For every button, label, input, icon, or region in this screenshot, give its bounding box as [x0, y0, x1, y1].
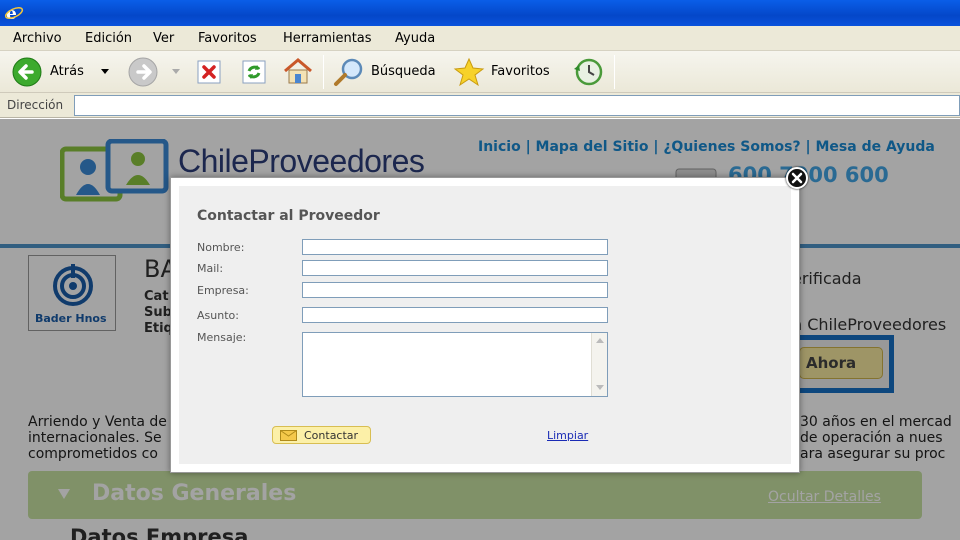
- empresa-label: Empresa:: [197, 284, 249, 297]
- window-title-bar: e: [0, 0, 960, 26]
- modal-title: Contactar al Proveedor: [197, 208, 380, 224]
- contactar-button[interactable]: Contactar: [272, 426, 371, 444]
- limpiar-link[interactable]: Limpiar: [547, 429, 588, 442]
- contact-modal: Contactar al Proveedor Nombre: Mail: Emp…: [170, 177, 800, 473]
- contactar-label: Contactar: [304, 429, 359, 442]
- address-bar: Dirección: [0, 93, 960, 118]
- search-label[interactable]: Búsqueda: [371, 64, 436, 79]
- menu-archivo[interactable]: Archivo: [13, 31, 62, 46]
- back-dropdown-icon[interactable]: [101, 69, 109, 74]
- modal-close-button[interactable]: [786, 167, 808, 189]
- asunto-input[interactable]: [302, 307, 608, 323]
- textarea-scrollbar[interactable]: [591, 333, 607, 396]
- toolbar-separator: [614, 55, 615, 89]
- empresa-input[interactable]: [302, 282, 608, 298]
- menu-bar: Archivo Edición Ver Favoritos Herramient…: [0, 26, 960, 51]
- envelope-icon: [280, 430, 297, 441]
- mail-label: Mail:: [197, 262, 224, 275]
- toolbar-separator: [323, 55, 324, 89]
- stop-icon[interactable]: [196, 59, 222, 85]
- scroll-down-icon[interactable]: [593, 381, 607, 395]
- back-icon[interactable]: [11, 57, 43, 87]
- home-icon[interactable]: [282, 57, 314, 85]
- menu-ayuda[interactable]: Ayuda: [395, 31, 435, 46]
- menu-edicion[interactable]: Edición: [85, 31, 132, 46]
- history-icon[interactable]: [571, 57, 607, 87]
- mensaje-label: Mensaje:: [197, 331, 247, 344]
- address-label: Dirección: [7, 98, 64, 112]
- mail-input[interactable]: [302, 260, 608, 276]
- close-icon[interactable]: [791, 172, 803, 184]
- menu-favoritos[interactable]: Favoritos: [198, 31, 257, 46]
- menu-ver[interactable]: Ver: [153, 31, 174, 46]
- scroll-up-icon[interactable]: [593, 334, 607, 348]
- mensaje-textarea-scroll-wrapper: [302, 332, 608, 397]
- nombre-input[interactable]: [302, 239, 608, 255]
- contact-form: Contactar al Proveedor Nombre: Mail: Emp…: [179, 186, 791, 464]
- back-label[interactable]: Atrás: [50, 64, 84, 79]
- nombre-label: Nombre:: [197, 241, 245, 254]
- search-icon[interactable]: [332, 57, 368, 87]
- refresh-icon[interactable]: [241, 59, 267, 85]
- asunto-label: Asunto:: [197, 309, 239, 322]
- address-input[interactable]: [74, 95, 960, 116]
- forward-dropdown-icon[interactable]: [172, 69, 180, 74]
- menu-herramientas[interactable]: Herramientas: [283, 31, 372, 46]
- internet-explorer-icon: e: [4, 4, 24, 23]
- forward-icon[interactable]: [127, 57, 159, 87]
- favorites-star-icon[interactable]: [452, 57, 486, 87]
- toolbar: Atrás Búsqueda Favoritos: [0, 51, 960, 93]
- favorites-label[interactable]: Favoritos: [491, 64, 550, 79]
